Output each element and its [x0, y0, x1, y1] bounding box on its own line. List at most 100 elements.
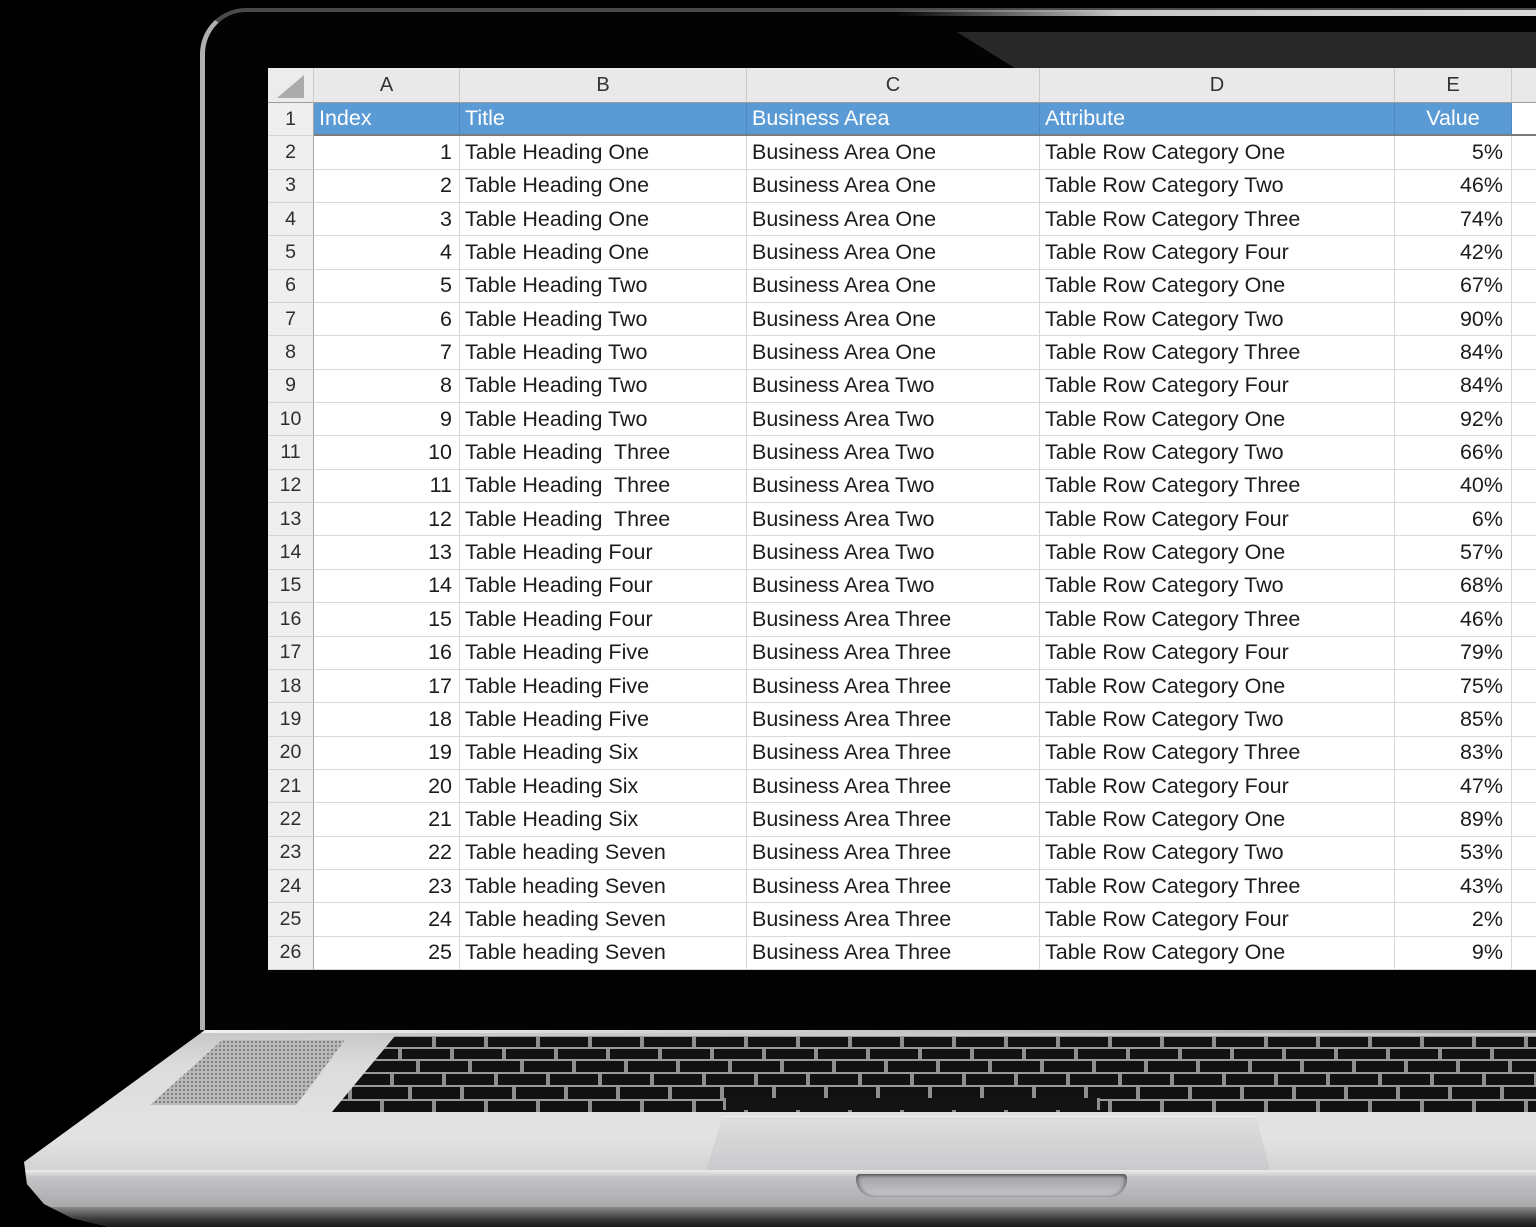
cell-value[interactable]: 67% — [1395, 270, 1512, 303]
cell-attribute[interactable]: Table Row Category Three — [1040, 336, 1395, 369]
cell-title[interactable]: Table Heading Two — [460, 336, 747, 369]
cell-empty[interactable] — [1512, 870, 1536, 903]
cell-empty[interactable] — [1512, 803, 1536, 836]
header-cell-value[interactable]: Value — [1395, 103, 1512, 136]
column-header[interactable]: D — [1040, 68, 1395, 103]
cell-title[interactable]: Table Heading One — [460, 136, 747, 169]
cell-value[interactable]: 66% — [1395, 436, 1512, 469]
cell-business-area[interactable]: Business Area One — [747, 170, 1040, 203]
cell-title[interactable]: Table Heading One — [460, 170, 747, 203]
cell-empty[interactable] — [1512, 737, 1536, 770]
cell-business-area[interactable]: Business Area Two — [747, 403, 1040, 436]
cell-attribute[interactable]: Table Row Category Three — [1040, 737, 1395, 770]
cell-value[interactable]: 85% — [1395, 703, 1512, 736]
row-header[interactable]: 18 — [268, 670, 314, 703]
row-header[interactable]: 26 — [268, 937, 314, 970]
cell-attribute[interactable]: Table Row Category Three — [1040, 203, 1395, 236]
cell-title[interactable]: Table Heading Two — [460, 303, 747, 336]
row-header[interactable]: 1 — [268, 103, 314, 136]
cell-empty[interactable] — [1512, 536, 1536, 569]
cell-empty[interactable] — [1512, 603, 1536, 636]
cell-attribute[interactable]: Table Row Category One — [1040, 270, 1395, 303]
row-header[interactable]: 9 — [268, 370, 314, 403]
cell-empty[interactable] — [1512, 170, 1536, 203]
cell-attribute[interactable]: Table Row Category Four — [1040, 503, 1395, 536]
cell-empty[interactable] — [1512, 270, 1536, 303]
cell-index[interactable]: 8 — [314, 370, 460, 403]
cell-index[interactable]: 3 — [314, 203, 460, 236]
cell-attribute[interactable]: Table Row Category One — [1040, 670, 1395, 703]
cell-business-area[interactable]: Business Area One — [747, 236, 1040, 269]
cell-empty[interactable] — [1512, 370, 1536, 403]
cell-value[interactable]: 92% — [1395, 403, 1512, 436]
row-header[interactable]: 13 — [268, 503, 314, 536]
cell-index[interactable]: 11 — [314, 470, 460, 503]
cell-title[interactable]: Table Heading Four — [460, 536, 747, 569]
cell-empty[interactable] — [1512, 403, 1536, 436]
cell-empty[interactable] — [1512, 770, 1536, 803]
cell-empty[interactable] — [1512, 903, 1536, 936]
cell-title[interactable]: Table Heading Two — [460, 370, 747, 403]
cell-value[interactable]: 83% — [1395, 737, 1512, 770]
cell-value[interactable]: 57% — [1395, 536, 1512, 569]
cell-empty[interactable] — [1512, 670, 1536, 703]
cell-business-area[interactable]: Business Area Two — [747, 470, 1040, 503]
select-all-corner[interactable] — [268, 68, 314, 103]
row-header[interactable]: 17 — [268, 637, 314, 670]
cell-empty[interactable] — [1512, 470, 1536, 503]
cell-business-area[interactable]: Business Area Three — [747, 670, 1040, 703]
cell-empty[interactable] — [1512, 436, 1536, 469]
cell-value[interactable]: 9% — [1395, 937, 1512, 970]
header-cell-title[interactable]: Title — [460, 103, 747, 136]
cell-attribute[interactable]: Table Row Category Two — [1040, 170, 1395, 203]
row-header[interactable]: 7 — [268, 303, 314, 336]
cell-index[interactable]: 10 — [314, 436, 460, 469]
cell-value[interactable]: 46% — [1395, 603, 1512, 636]
cell-business-area[interactable]: Business Area Three — [747, 737, 1040, 770]
row-header[interactable]: 15 — [268, 570, 314, 603]
cell-title[interactable]: Table Heading Three — [460, 436, 747, 469]
cell-business-area[interactable]: Business Area Two — [747, 370, 1040, 403]
cell-index[interactable]: 18 — [314, 703, 460, 736]
cell-attribute[interactable]: Table Row Category Two — [1040, 703, 1395, 736]
cell-title[interactable]: Table Heading Five — [460, 670, 747, 703]
cell-index[interactable]: 12 — [314, 503, 460, 536]
cell-empty[interactable] — [1512, 637, 1536, 670]
cell-index[interactable]: 23 — [314, 870, 460, 903]
cell-index[interactable]: 13 — [314, 536, 460, 569]
cell-business-area[interactable]: Business Area Three — [747, 903, 1040, 936]
cell-title[interactable]: Table heading Seven — [460, 903, 747, 936]
row-header[interactable]: 5 — [268, 236, 314, 269]
cell-index[interactable]: 9 — [314, 403, 460, 436]
cell-business-area[interactable]: Business Area Three — [747, 770, 1040, 803]
cell-value[interactable]: 5% — [1395, 136, 1512, 169]
column-header-cut[interactable] — [1512, 68, 1536, 103]
cell-index[interactable]: 21 — [314, 803, 460, 836]
row-header[interactable]: 8 — [268, 336, 314, 369]
cell-attribute[interactable]: Table Row Category One — [1040, 403, 1395, 436]
row-header[interactable]: 20 — [268, 737, 314, 770]
cell-attribute[interactable]: Table Row Category Four — [1040, 770, 1395, 803]
cell-value[interactable]: 40% — [1395, 470, 1512, 503]
row-header[interactable]: 23 — [268, 837, 314, 870]
row-header[interactable]: 14 — [268, 536, 314, 569]
cell-empty[interactable] — [1512, 703, 1536, 736]
cell-business-area[interactable]: Business Area One — [747, 136, 1040, 169]
cell-empty[interactable] — [1512, 503, 1536, 536]
cell-index[interactable]: 2 — [314, 170, 460, 203]
cell-index[interactable]: 6 — [314, 303, 460, 336]
cell-empty[interactable] — [1512, 937, 1536, 970]
cell-value[interactable]: 43% — [1395, 870, 1512, 903]
cell-title[interactable]: Table Heading Two — [460, 270, 747, 303]
cell-business-area[interactable]: Business Area Two — [747, 570, 1040, 603]
cell-value[interactable]: 6% — [1395, 503, 1512, 536]
cell-empty[interactable] — [1512, 136, 1536, 169]
cell-business-area[interactable]: Business Area Three — [747, 637, 1040, 670]
cell-attribute[interactable]: Table Row Category Four — [1040, 637, 1395, 670]
cell-business-area[interactable]: Business Area Three — [747, 870, 1040, 903]
header-cell-index[interactable]: Index — [314, 103, 460, 136]
row-header[interactable]: 6 — [268, 270, 314, 303]
cell-attribute[interactable]: Table Row Category Two — [1040, 570, 1395, 603]
cell-attribute[interactable]: Table Row Category Three — [1040, 603, 1395, 636]
cell-title[interactable]: Table Heading Six — [460, 737, 747, 770]
